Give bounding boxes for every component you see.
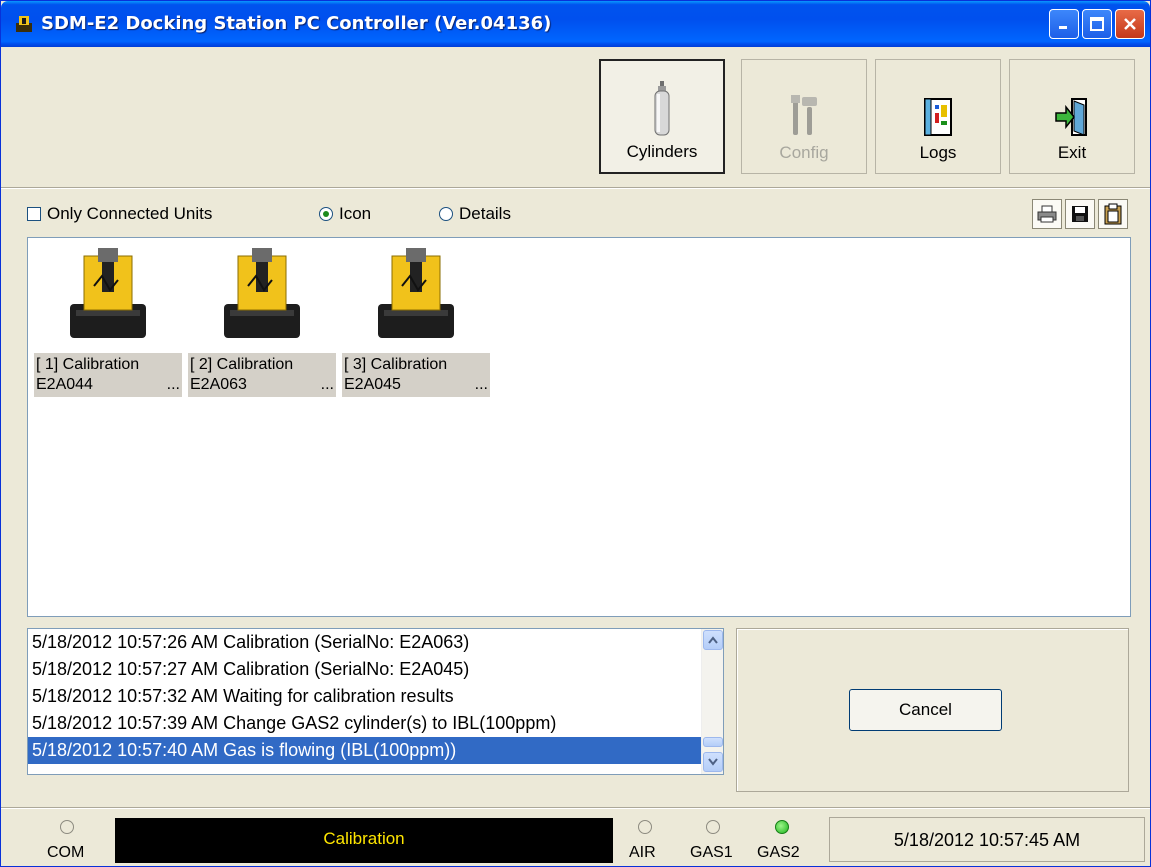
gas1-label: GAS1 xyxy=(690,844,733,861)
minimize-button[interactable] xyxy=(1049,9,1079,39)
unit-serial: E2A044 xyxy=(36,376,93,393)
print-button[interactable] xyxy=(1032,199,1062,229)
icon-view-radio[interactable]: Icon xyxy=(319,204,371,224)
printer-icon xyxy=(1037,205,1057,223)
title-bar[interactable]: SDM-E2 Docking Station PC Controller (Ve… xyxy=(1,1,1150,47)
cylinders-label: Cylinders xyxy=(626,142,698,161)
action-panel: Cancel xyxy=(736,628,1129,792)
save-icon xyxy=(1072,206,1088,222)
close-button[interactable] xyxy=(1115,9,1145,39)
radio-icon-unselected[interactable] xyxy=(439,207,453,221)
scroll-thumb[interactable] xyxy=(703,737,723,747)
maximize-button[interactable] xyxy=(1082,9,1112,39)
gas2-label: GAS2 xyxy=(757,844,800,861)
details-view-label: Details xyxy=(459,204,511,223)
minimize-icon xyxy=(1059,26,1067,29)
chevron-up-icon xyxy=(708,636,718,644)
air-indicator-led xyxy=(638,820,652,834)
cancel-button[interactable]: Cancel xyxy=(849,689,1002,731)
exit-label: Exit xyxy=(1057,143,1087,162)
unit-caption: [ 3] Calibration E2A045... xyxy=(342,353,490,397)
config-button[interactable]: Config xyxy=(741,59,867,174)
unit-tile[interactable]: [ 2] Calibration E2A063... xyxy=(188,246,336,397)
docking-station-icon xyxy=(70,248,146,338)
air-label: AIR xyxy=(629,844,656,861)
status-message: Calibration xyxy=(115,818,613,863)
main-toolbar: Cylinders Config Logs Exit xyxy=(3,47,1148,187)
unit-caption: [ 2] Calibration E2A063... xyxy=(188,353,336,397)
icon-view-label: Icon xyxy=(339,204,372,223)
unit-more: ... xyxy=(166,376,180,393)
log-scrollbar[interactable] xyxy=(701,629,723,774)
event-log-list[interactable]: 5/18/2012 10:57:26 AM Calibration (Seria… xyxy=(27,628,724,775)
checkbox-box[interactable] xyxy=(27,207,41,221)
logs-label: Logs xyxy=(919,143,957,162)
com-label: COM xyxy=(47,844,85,861)
save-button[interactable] xyxy=(1065,199,1095,229)
clipboard-button[interactable] xyxy=(1098,199,1128,229)
com-indicator-led xyxy=(60,820,74,834)
unit-serial: E2A045 xyxy=(344,376,401,393)
toolbar-divider xyxy=(1,187,1150,189)
logbook-icon xyxy=(924,98,952,136)
window-title: SDM-E2 Docking Station PC Controller (Ve… xyxy=(41,13,552,34)
log-line[interactable]: 5/18/2012 10:57:39 AM Change GAS2 cylind… xyxy=(28,710,723,737)
tools-icon xyxy=(791,95,817,135)
status-divider xyxy=(1,807,1150,809)
config-label: Config xyxy=(779,143,829,162)
status-datetime: 5/18/2012 10:57:45 AM xyxy=(829,817,1145,862)
cylinder-icon xyxy=(654,81,670,136)
exit-button[interactable]: Exit xyxy=(1009,59,1135,174)
log-line[interactable]: 5/18/2012 10:57:32 AM Waiting for calibr… xyxy=(28,683,723,710)
only-connected-label: Only Connected Units xyxy=(47,204,213,223)
docking-station-app-icon xyxy=(16,16,32,32)
unit-slot-status: [ 1] Calibration xyxy=(36,356,140,373)
gas1-indicator-led xyxy=(706,820,720,834)
docking-station-icon xyxy=(378,248,454,338)
radio-icon-selected[interactable] xyxy=(319,207,333,221)
only-connected-checkbox[interactable]: Only Connected Units xyxy=(27,204,212,224)
details-view-radio[interactable]: Details xyxy=(439,204,511,224)
unit-tile[interactable]: [ 1] Calibration E2A044... xyxy=(34,246,182,397)
exit-door-icon xyxy=(1055,98,1087,136)
scroll-up-button[interactable] xyxy=(703,630,723,650)
docking-station-icon xyxy=(224,248,300,338)
cylinders-button[interactable]: Cylinders xyxy=(599,59,725,174)
maximize-icon xyxy=(1090,17,1104,31)
unit-slot-status: [ 2] Calibration xyxy=(190,356,294,373)
unit-serial: E2A063 xyxy=(190,376,247,393)
gas2-indicator-led xyxy=(775,820,789,834)
log-line-selected[interactable]: 5/18/2012 10:57:40 AM Gas is flowing (IB… xyxy=(28,737,723,764)
app-window: SDM-E2 Docking Station PC Controller (Ve… xyxy=(0,0,1151,867)
units-icon-panel[interactable]: [ 1] Calibration E2A044... [ 2] Calibrat… xyxy=(27,237,1131,617)
clipboard-icon xyxy=(1104,203,1122,225)
logs-button[interactable]: Logs xyxy=(875,59,1001,174)
unit-tile[interactable]: [ 3] Calibration E2A045... xyxy=(342,246,490,397)
unit-slot-status: [ 3] Calibration xyxy=(344,356,448,373)
chevron-down-icon xyxy=(708,758,718,766)
unit-caption: [ 1] Calibration E2A044... xyxy=(34,353,182,397)
log-line[interactable]: 5/18/2012 10:57:26 AM Calibration (Seria… xyxy=(28,629,723,656)
close-icon xyxy=(1124,18,1136,30)
scroll-down-button[interactable] xyxy=(703,752,723,772)
unit-more: ... xyxy=(474,376,488,393)
unit-more: ... xyxy=(320,376,334,393)
log-line[interactable]: 5/18/2012 10:57:27 AM Calibration (Seria… xyxy=(28,656,723,683)
